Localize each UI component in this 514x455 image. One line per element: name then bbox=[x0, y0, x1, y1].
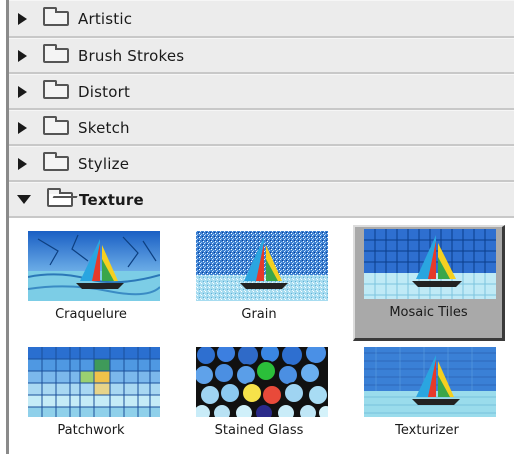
expand-triangle-icon[interactable] bbox=[18, 85, 27, 98]
filter-label: Stained Glass bbox=[214, 423, 304, 438]
filter-label: Texturizer bbox=[395, 423, 459, 438]
filter-label: Mosaic Tiles bbox=[389, 305, 468, 320]
filter-tile-grain[interactable]: Grain bbox=[185, 227, 333, 339]
category-label: Sketch bbox=[78, 118, 130, 137]
category-brush-strokes[interactable]: Brush Strokes bbox=[9, 38, 514, 74]
stained-glass-thumbnail bbox=[196, 347, 328, 417]
folder-icon bbox=[43, 7, 69, 26]
filter-label: Patchwork bbox=[57, 423, 125, 438]
expand-triangle-icon[interactable] bbox=[18, 12, 27, 25]
category-label: Artistic bbox=[78, 9, 133, 28]
expand-triangle-icon[interactable] bbox=[18, 49, 27, 62]
mosaic-tiles-thumbnail bbox=[364, 229, 496, 299]
filter-tile-mosaic-tiles[interactable]: Mosaic Tiles bbox=[353, 225, 505, 341]
category-label: Stylize bbox=[78, 154, 130, 173]
filter-label: Craquelure bbox=[55, 307, 127, 322]
collapse-triangle-icon[interactable] bbox=[17, 195, 31, 204]
category-label: Texture bbox=[79, 190, 144, 209]
filter-label: Grain bbox=[241, 307, 277, 322]
texturizer-thumbnail bbox=[364, 347, 496, 417]
category-label: Distort bbox=[78, 82, 131, 101]
filter-tile-craquelure[interactable]: Craquelure bbox=[17, 227, 165, 339]
category-distort[interactable]: Distort bbox=[9, 74, 514, 110]
filter-thumbnail-grid: Craquelure Grain Mosaic Tiles Patchwork … bbox=[9, 225, 514, 454]
filter-tile-texturizer[interactable]: Texturizer bbox=[353, 343, 501, 455]
open-folder-icon bbox=[47, 188, 73, 207]
folder-icon bbox=[43, 44, 69, 63]
filter-tile-patchwork[interactable]: Patchwork bbox=[17, 343, 165, 455]
category-texture[interactable]: Texture bbox=[9, 182, 514, 218]
expand-triangle-icon[interactable] bbox=[18, 121, 27, 134]
category-sketch[interactable]: Sketch bbox=[9, 110, 514, 146]
category-label: Brush Strokes bbox=[78, 46, 185, 65]
folder-icon bbox=[43, 80, 69, 99]
patchwork-thumbnail bbox=[28, 347, 160, 417]
filter-tile-stained-glass[interactable]: Stained Glass bbox=[185, 343, 333, 455]
grain-thumbnail bbox=[196, 231, 328, 301]
craquelure-thumbnail bbox=[28, 231, 160, 301]
category-artistic[interactable]: Artistic bbox=[9, 0, 514, 38]
filter-gallery-panel: Artistic Brush Strokes Distort Sketch St… bbox=[0, 0, 514, 454]
category-stylize[interactable]: Stylize bbox=[9, 146, 514, 182]
folder-icon bbox=[43, 152, 69, 171]
expand-triangle-icon[interactable] bbox=[18, 157, 27, 170]
folder-icon bbox=[43, 116, 69, 135]
category-list: Artistic Brush Strokes Distort Sketch St… bbox=[9, 0, 514, 218]
